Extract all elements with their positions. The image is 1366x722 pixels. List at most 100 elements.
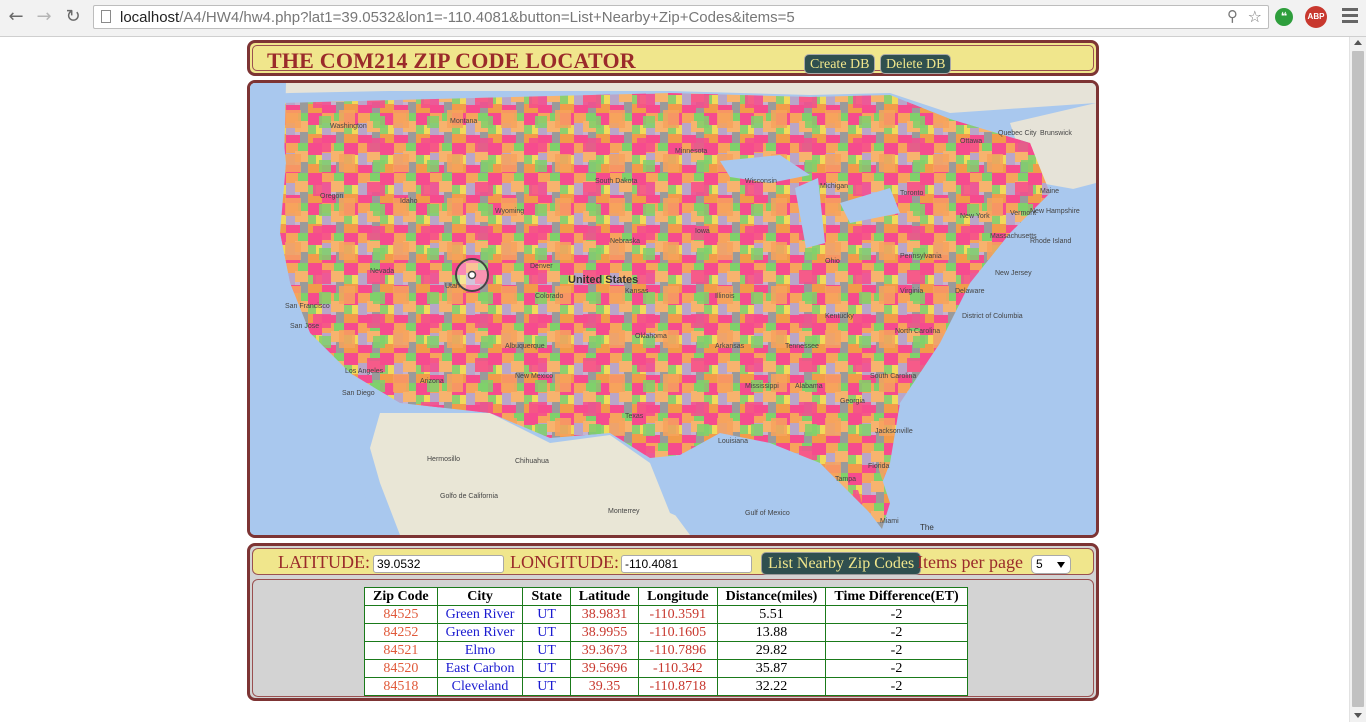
forward-icon[interactable]: → xyxy=(33,6,55,28)
table-row: 84525 Green River UT 38.9831 -110.3591 5… xyxy=(364,605,968,624)
cell-distance: 29.82 xyxy=(716,641,827,660)
map-place-label: Quebec City xyxy=(998,130,1037,137)
map-place-label: Golfo de California xyxy=(440,493,498,500)
map-place-label: Ohio xyxy=(825,258,840,265)
map-place-label: Tennessee xyxy=(785,343,819,350)
cell-time-difference: -2 xyxy=(825,659,968,678)
map-place-label: Los Angeles xyxy=(345,368,384,375)
cell-latitude: 39.35 xyxy=(569,677,640,696)
map-place-label: Wisconsin xyxy=(745,178,777,185)
map-place-label: Florida xyxy=(868,463,890,470)
browser-toolbar: ← → ↻ localhost/A4/HW4/hw4.php?lat1=39.0… xyxy=(0,0,1366,37)
scrollbar-thumb[interactable] xyxy=(1352,51,1364,707)
map-place-label: Arkansas xyxy=(715,343,745,350)
map-place-label: Alabama xyxy=(795,383,823,390)
reload-icon[interactable]: ↻ xyxy=(62,6,84,28)
items-per-page-value: 5 xyxy=(1036,557,1043,571)
map-place-label: Oregon xyxy=(320,193,343,200)
map-footer-label: The xyxy=(920,523,934,532)
cell-time-difference: -2 xyxy=(825,677,968,696)
map-place-label: Mississippi xyxy=(745,383,779,390)
cell-time-difference: -2 xyxy=(825,641,968,660)
map-place-label: Texas xyxy=(625,413,644,420)
map-place-label: Virginia xyxy=(900,288,923,295)
table-row: 84521 Elmo UT 39.3673 -110.7896 29.82 -2 xyxy=(364,641,968,660)
search-panel: LATITUDE: 39.0532 LONGITUDE: -110.4081 L… xyxy=(247,543,1099,701)
header-panel: THE COM214 ZIP CODE LOCATOR Create DB De… xyxy=(247,40,1099,76)
table-row: 84520 East Carbon UT 39.5696 -110.342 35… xyxy=(364,659,968,678)
map-place-label: Toronto xyxy=(900,190,923,197)
map-place-label: Ottawa xyxy=(960,138,982,145)
header-distance: Distance(miles) xyxy=(716,587,827,606)
map-place-label: San Diego xyxy=(342,390,375,397)
cell-latitude: 38.9831 xyxy=(569,605,640,624)
map-place-label: Denver xyxy=(530,263,553,270)
map-panel[interactable]: United States The Washington Montana Minne… xyxy=(247,80,1099,538)
longitude-input[interactable]: -110.4081 xyxy=(621,555,752,573)
back-icon[interactable]: ← xyxy=(5,6,27,28)
map-place-label: Delaware xyxy=(955,288,985,295)
search-form: LATITUDE: 39.0532 LONGITUDE: -110.4081 L… xyxy=(252,548,1094,575)
hangouts-extension-icon[interactable]: ❝ xyxy=(1275,8,1293,26)
cell-longitude: -110.3591 xyxy=(638,605,718,624)
header-time-difference: Time Difference(ET) xyxy=(825,587,968,606)
location-marker-dot xyxy=(467,270,477,280)
map-place-label: New York xyxy=(960,213,990,220)
map-place-label: Albuquerque xyxy=(505,343,545,350)
header-state: State xyxy=(522,587,571,606)
url-text: localhost/A4/HW4/hw4.php?lat1=39.0532&lo… xyxy=(120,9,795,26)
map-place-label: Colorado xyxy=(535,293,564,300)
cell-longitude: -110.1605 xyxy=(638,623,718,642)
cell-state: UT xyxy=(522,659,571,678)
cell-state: UT xyxy=(522,605,571,624)
longitude-label: LONGITUDE: xyxy=(510,552,619,572)
map-place-label: Iowa xyxy=(695,228,710,235)
map-place-label: Louisiana xyxy=(718,438,748,445)
cell-city: Green River xyxy=(436,605,524,624)
map-place-label: Brunswick xyxy=(1040,130,1072,137)
scroll-up-icon[interactable] xyxy=(1354,40,1362,45)
map-place-label: Oklahoma xyxy=(635,333,667,340)
page-scrollbar[interactable] xyxy=(1349,37,1366,722)
zip-code-map[interactable]: United States The Washington Montana Minne… xyxy=(250,83,1096,535)
map-place-label: New Mexico xyxy=(515,373,553,380)
map-place-label: San Francisco xyxy=(285,303,330,310)
latitude-input[interactable]: 39.0532 xyxy=(373,555,504,573)
cell-zip: 84252 xyxy=(364,623,438,642)
cell-state: UT xyxy=(522,623,571,642)
items-per-page-select[interactable]: 5 xyxy=(1031,555,1071,574)
cell-latitude: 38.9955 xyxy=(569,623,640,642)
cell-longitude: -110.7896 xyxy=(638,641,718,660)
table-row: 84518 Cleveland UT 39.35 -110.8718 32.22… xyxy=(364,677,968,696)
delete-db-button[interactable]: Delete DB xyxy=(880,54,952,74)
list-nearby-button[interactable]: List Nearby Zip Codes xyxy=(761,552,922,575)
zoom-icon[interactable]: ⚲ xyxy=(1227,7,1238,25)
map-place-label: Jacksonville xyxy=(875,428,913,435)
map-place-label: Kentucky xyxy=(825,313,854,320)
bookmark-star-icon[interactable]: ☆ xyxy=(1248,7,1262,26)
scroll-down-icon[interactable] xyxy=(1354,713,1362,718)
map-place-label: South Dakota xyxy=(595,178,638,185)
page-title: THE COM214 ZIP CODE LOCATOR xyxy=(267,48,636,73)
map-place-label: New Jersey xyxy=(995,270,1032,277)
cell-zip: 84525 xyxy=(364,605,438,624)
map-country-label: United States xyxy=(568,274,638,286)
create-db-button[interactable]: Create DB xyxy=(804,54,876,74)
map-place-label: Idaho xyxy=(400,198,418,205)
address-bar[interactable]: localhost/A4/HW4/hw4.php?lat1=39.0532&lo… xyxy=(93,5,1269,29)
cell-zip: 84520 xyxy=(364,659,438,678)
map-place-label: Minnesota xyxy=(675,148,707,155)
cell-distance: 35.87 xyxy=(716,659,827,678)
map-place-label: Maine xyxy=(1040,188,1059,195)
cell-city: East Carbon xyxy=(436,659,524,678)
url-path: /A4/HW4/hw4.php?lat1=39.0532&lon1=-110.4… xyxy=(179,9,795,26)
map-place-label: Tampa xyxy=(835,476,856,483)
map-place-label: Monterrey xyxy=(608,508,640,515)
map-place-label: Wyoming xyxy=(495,208,524,215)
chrome-menu-icon[interactable] xyxy=(1342,8,1358,26)
map-place-label: Chihuahua xyxy=(515,458,549,465)
map-place-label: Washington xyxy=(330,123,367,130)
adblock-extension-icon[interactable]: ABP xyxy=(1305,6,1327,28)
map-place-label: District of Columbia xyxy=(962,313,1023,320)
table-header-row: Zip Code City State Latitude Longitude D… xyxy=(364,587,968,606)
